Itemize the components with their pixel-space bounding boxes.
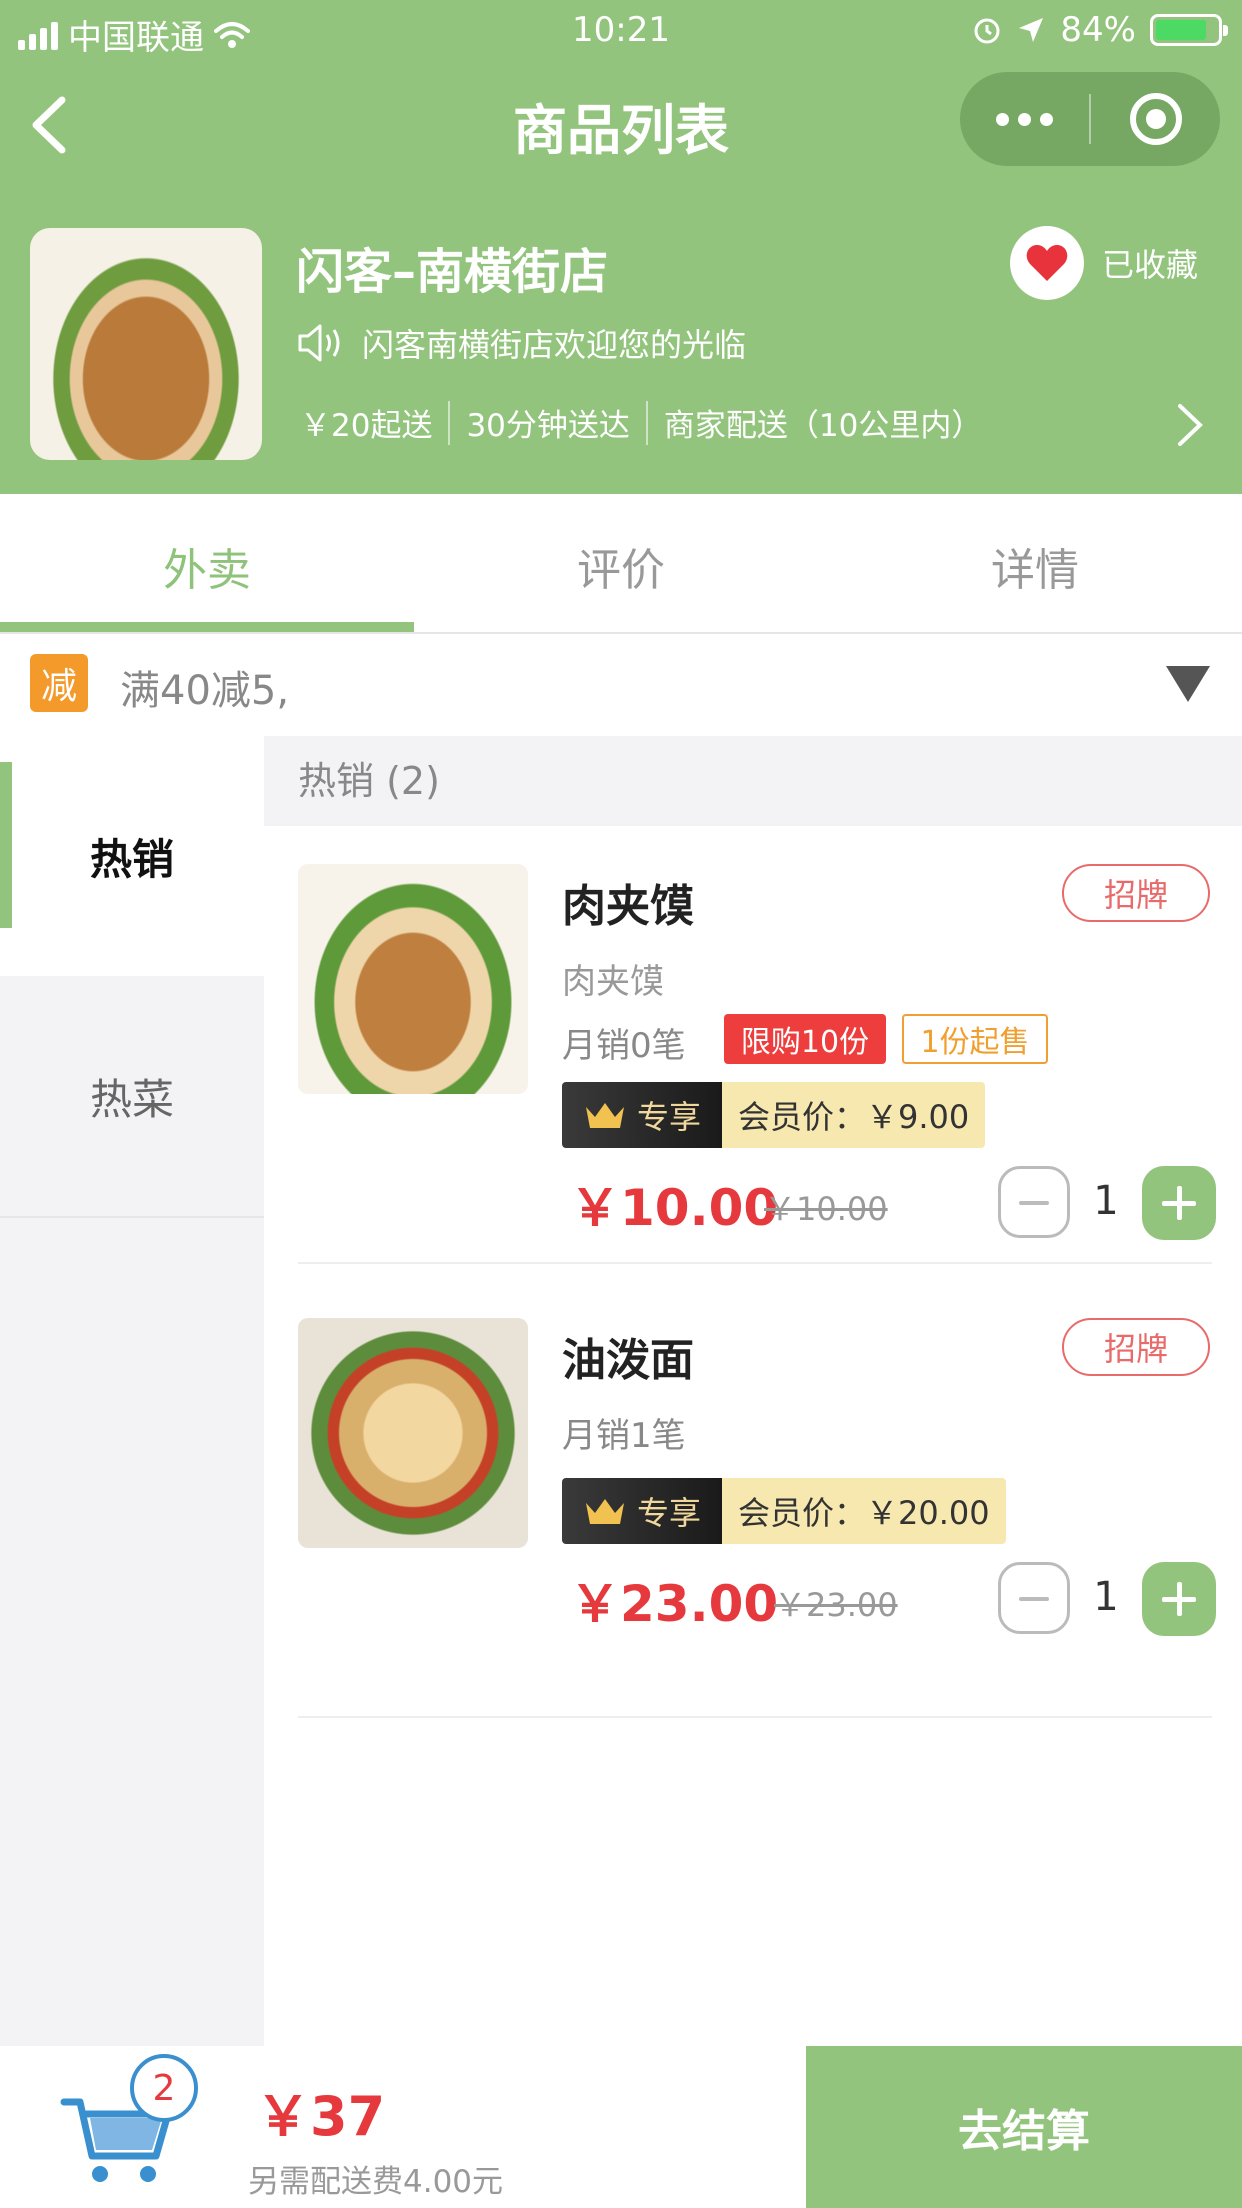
capsule-divider xyxy=(1089,94,1091,144)
cart-bar: 2 ￥37 另需配送费4.00元 去结算 xyxy=(0,2046,1242,2208)
checkout-button[interactable]: 去结算 xyxy=(806,2046,1242,2208)
original-price: ￥10.00 xyxy=(764,1190,888,1228)
battery-level xyxy=(1156,20,1207,40)
monthly-sales: 月销0笔 xyxy=(562,1026,686,1066)
shop-logo xyxy=(30,228,262,460)
product-divider xyxy=(298,1262,1212,1264)
member-exclusive: 专享 xyxy=(562,1478,722,1544)
signature-badge: 招牌 xyxy=(1062,1318,1210,1376)
product-card[interactable]: 油泼面 招牌 月销1笔 专享 会员价：￥20.00 ￥23.00 ￥23.00 … xyxy=(264,1318,1242,1718)
product-name: 油泼面 xyxy=(562,1335,694,1386)
tab-bar: 外卖 评价 详情 xyxy=(0,494,1242,634)
alarm-icon xyxy=(974,18,1000,44)
info-divider xyxy=(448,400,451,445)
plus-button[interactable] xyxy=(1142,1166,1216,1240)
product-description: 肉夹馍 xyxy=(562,962,664,1002)
cart-total: ￥37 xyxy=(256,2085,386,2148)
shop-notice: 闪客南横街店欢迎您的光临 xyxy=(296,320,746,366)
member-price: 会员价：￥20.00 xyxy=(722,1478,1006,1544)
plus-button[interactable] xyxy=(1142,1562,1216,1636)
category-divider xyxy=(0,1216,264,1218)
discount-badge: 减 xyxy=(30,654,88,712)
chevron-right-icon[interactable] xyxy=(1172,400,1208,450)
member-price-tag: 专享 会员价：￥9.00 xyxy=(562,1082,986,1148)
tab-indicator xyxy=(0,622,414,632)
location-arrow-icon xyxy=(1019,18,1044,42)
notice-text: 闪客南横街店欢迎您的光临 xyxy=(362,326,747,364)
product-price: ￥10.00 xyxy=(570,1179,779,1237)
delivery-time: 30分钟送达 xyxy=(466,408,630,444)
category-label: 热销 xyxy=(89,834,174,884)
tab-details[interactable]: 详情 xyxy=(828,534,1242,598)
section-title: 热销 (2) xyxy=(264,736,1242,826)
heart-icon xyxy=(1010,226,1084,300)
expand-triangle-icon[interactable] xyxy=(1166,666,1210,702)
minus-button[interactable] xyxy=(998,1562,1070,1634)
category-hot-dishes[interactable]: 热菜 xyxy=(0,976,264,1216)
member-exclusive: 专享 xyxy=(562,1082,722,1148)
speaker-icon xyxy=(298,324,340,362)
delivery-method: 商家配送（10公里内） xyxy=(663,408,983,444)
min-order-tag: 1份起售 xyxy=(902,1014,1048,1064)
mini-program-capsule xyxy=(960,72,1220,166)
product-image[interactable] xyxy=(298,1318,528,1548)
minus-button[interactable] xyxy=(998,1166,1070,1238)
limit-tag: 限购10份 xyxy=(724,1014,886,1064)
quantity-value: 1 xyxy=(1093,1178,1119,1224)
delivery-fee: 另需配送费4.00元 xyxy=(248,2164,504,2200)
shop-info-row[interactable]: ￥20起送 30分钟送达 商家配送（10公里内） xyxy=(300,400,982,445)
favorite-button[interactable]: 已收藏 xyxy=(1010,226,1198,300)
quantity-stepper: 1 xyxy=(998,1166,1216,1240)
tab-takeaway[interactable]: 外卖 xyxy=(0,534,414,598)
favorite-label: 已收藏 xyxy=(1102,246,1199,284)
product-name: 肉夹馍 xyxy=(562,881,694,932)
battery-icon xyxy=(1150,14,1228,46)
signature-badge: 招牌 xyxy=(1062,864,1210,922)
shop-name: 闪客–南横街店 xyxy=(296,244,609,300)
status-bar: 中国联通 10:21 84% xyxy=(0,0,1242,60)
original-price: ￥23.00 xyxy=(774,1586,898,1624)
promo-bar[interactable]: 减 满40减5, xyxy=(0,634,1242,736)
cart-count-badge: 2 xyxy=(130,2054,198,2122)
tab-reviews[interactable]: 评价 xyxy=(414,534,828,598)
product-divider xyxy=(298,1716,1212,1718)
more-dots-icon[interactable] xyxy=(960,72,1089,166)
member-price-tag: 专享 会员价：￥20.00 xyxy=(562,1478,1006,1544)
product-list: 热销 (2) 肉夹馍 招牌 肉夹馍 月销0笔 限购10份 1份起售 专享 会员价… xyxy=(264,736,1242,2046)
category-label: 热菜 xyxy=(89,1074,174,1124)
shop-header: 中国联通 10:21 84% 商品列表 闪客–南横街店 已收藏 闪客南横街店欢迎… xyxy=(0,0,1242,494)
info-divider xyxy=(645,400,648,445)
member-tag-label: 专享 xyxy=(636,1098,701,1136)
crown-icon xyxy=(585,1103,624,1128)
product-image[interactable] xyxy=(298,864,528,1094)
category-sidebar: 热销 热菜 xyxy=(0,736,264,2046)
member-tag-label: 专享 xyxy=(636,1494,701,1532)
close-target-icon[interactable] xyxy=(1130,93,1182,145)
quantity-value: 1 xyxy=(1093,1574,1119,1620)
quantity-stepper: 1 xyxy=(998,1562,1216,1636)
status-right: 84% xyxy=(972,10,1228,50)
min-order: ￥20起送 xyxy=(300,408,433,444)
battery-percent: 84% xyxy=(1060,10,1136,50)
category-hot-sales[interactable]: 热销 xyxy=(0,736,264,976)
member-price: 会员价：￥9.00 xyxy=(722,1082,986,1148)
crown-icon xyxy=(585,1499,624,1524)
product-price: ￥23.00 xyxy=(570,1575,779,1633)
monthly-sales: 月销1笔 xyxy=(562,1416,686,1456)
promo-text: 满40减5, xyxy=(120,668,290,714)
product-card[interactable]: 肉夹馍 招牌 肉夹馍 月销0笔 限购10份 1份起售 专享 会员价：￥9.00 … xyxy=(264,864,1242,1264)
